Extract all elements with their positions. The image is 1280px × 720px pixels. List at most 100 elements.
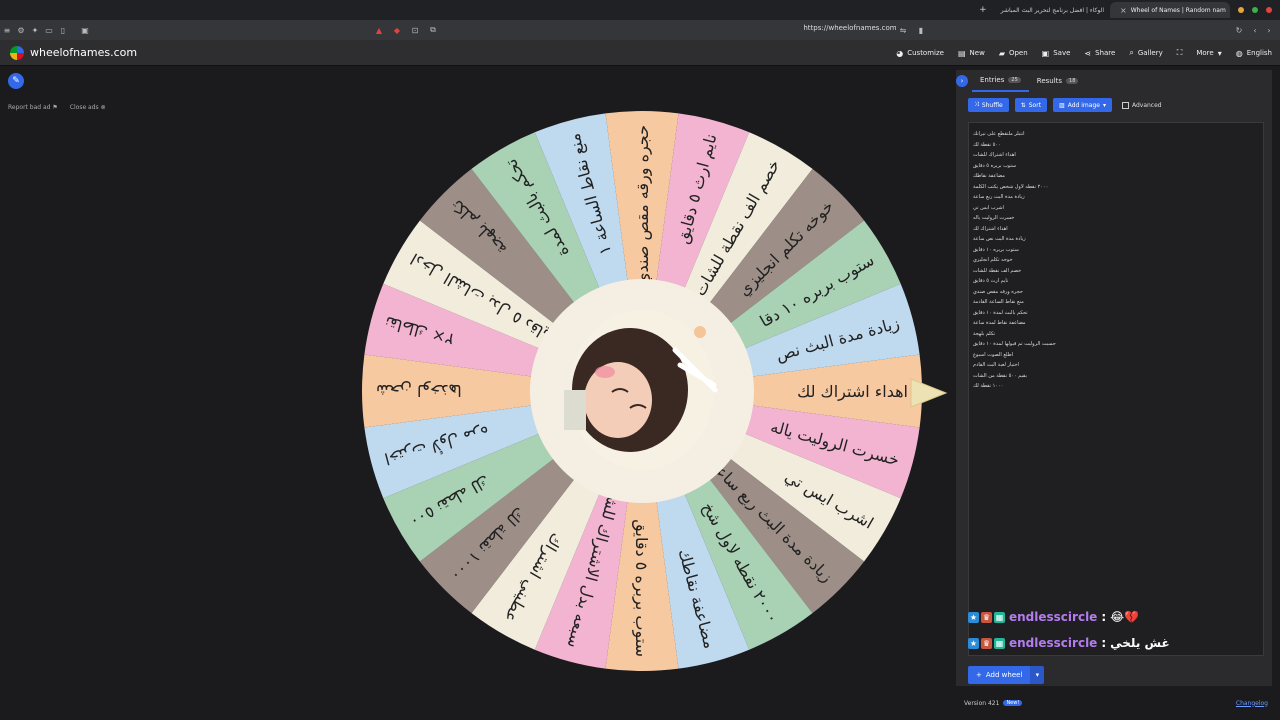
menu-icon[interactable]: ≡ bbox=[0, 26, 14, 35]
window-dot-icon[interactable] bbox=[1266, 7, 1272, 13]
entry-line: ٢٠٠٠ نقطه لاول شخص يكتب الكلمة bbox=[973, 183, 1049, 190]
entry-line: ستوب بربره ٥ دقايق bbox=[973, 162, 1017, 169]
pencil-icon: ✎ bbox=[12, 76, 20, 86]
copy-icon[interactable]: ⧉ bbox=[426, 25, 440, 35]
close-tab-icon[interactable]: × bbox=[1120, 6, 1127, 15]
entry-line: انتبلر ملتقطع على نيرانك bbox=[973, 131, 1025, 137]
changelog-link[interactable]: Changelog bbox=[1236, 700, 1268, 707]
folder-icon: ▰ bbox=[998, 48, 1005, 58]
window-controls bbox=[1238, 7, 1272, 13]
save-button[interactable]: ▣ Save bbox=[1042, 49, 1071, 58]
report-ad-link[interactable]: Report bad ad ⚑ bbox=[8, 104, 58, 111]
add-wheel-dropdown[interactable]: ▾ bbox=[1030, 666, 1045, 684]
advanced-checkbox[interactable]: Advanced bbox=[1121, 101, 1162, 109]
bookmark-icon[interactable]: ▮ bbox=[914, 26, 928, 35]
entry-line: زيادة مدة البث نص ساعة bbox=[973, 236, 1026, 242]
add-image-button[interactable]: ▨ Add image ▾ bbox=[1053, 98, 1112, 112]
chevron-down-icon: ▾ bbox=[1102, 101, 1106, 109]
share-icon: ⋖ bbox=[1084, 48, 1092, 58]
window-dot-icon[interactable] bbox=[1238, 7, 1244, 13]
badge-icon: ♛ bbox=[981, 611, 992, 623]
edit-button[interactable]: ✎ bbox=[8, 73, 24, 89]
logo-text: wheelofnames.com bbox=[30, 46, 138, 59]
entries-panel: › Entries 25 Results 18 ⤨ Shuffle ⇅ Sort ▨… bbox=[956, 70, 1272, 686]
tab-results[interactable]: Results 18 bbox=[1029, 70, 1087, 92]
entry-line: اطلع الصوت اسبوع bbox=[973, 351, 1014, 358]
tabs-icon[interactable]: ▣ bbox=[78, 26, 92, 35]
add-wheel-button[interactable]: + Add wheel bbox=[968, 666, 1031, 684]
badge-icon: ▦ bbox=[994, 637, 1005, 649]
wheel-segment-label: ستوب بربره ٥ دقايق bbox=[631, 519, 651, 657]
badge-icon: ★ bbox=[968, 637, 979, 649]
new-button[interactable]: ▤ New bbox=[958, 49, 985, 58]
palette-icon: ◕ bbox=[896, 48, 904, 58]
close-ads-link[interactable]: Close ads ⊗ bbox=[70, 104, 106, 111]
sort-button[interactable]: ⇅ Sort bbox=[1014, 98, 1048, 112]
chat-username: endlesscircle bbox=[1009, 636, 1098, 650]
panel-tabs: › Entries 25 Results 18 bbox=[956, 70, 1272, 92]
wheel-segment-label: شحن لوخذها bbox=[376, 380, 462, 400]
share-button[interactable]: ⋖ Share bbox=[1084, 49, 1115, 58]
entry-line: حجره ورقه مقص صندي bbox=[973, 288, 1023, 295]
gallery-button[interactable]: ⌕ Gallery bbox=[1129, 48, 1162, 58]
more-button[interactable]: More ▾ bbox=[1196, 49, 1221, 58]
entry-line: ١٠٠٠ نقطة لك bbox=[973, 383, 1004, 389]
window-dot-icon[interactable] bbox=[1252, 7, 1258, 13]
reload-icon[interactable]: ↻ bbox=[1232, 26, 1246, 35]
fullscreen-button[interactable]: ⛶ bbox=[1177, 48, 1183, 58]
open-button[interactable]: ▰ Open bbox=[999, 49, 1028, 58]
entries-textarea[interactable]: انتبلر ملتقطع على نيرانك ٥٠٠ نقطة لك اهداء… bbox=[968, 122, 1264, 656]
reader-icon[interactable]: ⇋ bbox=[896, 26, 910, 35]
chevron-down-icon: ▾ bbox=[1217, 48, 1222, 58]
search-icon: ⌕ bbox=[1129, 48, 1134, 57]
close-icon: ⊗ bbox=[100, 104, 106, 111]
entry-line: نايم ارث ٥ دقايق bbox=[973, 278, 1009, 284]
forward-icon[interactable]: › bbox=[1262, 26, 1276, 35]
sidebar-icon[interactable]: ▯ bbox=[56, 26, 70, 35]
wheel-segment-label: اهداء اشتراك لك bbox=[797, 382, 908, 402]
add-wheel-control: + Add wheel ▾ bbox=[968, 666, 1045, 684]
entry-line: خصم الف نقطة للشات bbox=[973, 267, 1022, 274]
shield-icon[interactable]: ◆ bbox=[390, 26, 404, 35]
plus-icon: + bbox=[976, 671, 982, 679]
entry-line: زيادة مدة البث ربع ساعة bbox=[973, 194, 1025, 200]
flag-icon: ⚑ bbox=[52, 104, 58, 111]
extension-icon[interactable]: ✦ bbox=[28, 26, 42, 35]
image-icon: ▨ bbox=[1059, 101, 1065, 109]
lock-icon[interactable]: ⊡ bbox=[408, 26, 422, 35]
tab-label: الوكاء | افضل برنامج لتحرير البث المباشر bbox=[1000, 6, 1104, 14]
collapse-panel-button[interactable]: › bbox=[956, 75, 968, 87]
badge-icon: ♛ bbox=[981, 637, 992, 649]
entry-line: مضاعفة نقاط لمدة ساعة bbox=[973, 320, 1026, 326]
site-logo[interactable]: wheelofnames.com bbox=[10, 45, 138, 60]
shuffle-button[interactable]: ⤨ Shuffle bbox=[968, 98, 1009, 112]
chat-overlay: ★ ♛ ▦ endlesscircle : 😂💔 ★ ♛ ▦ endlesscircle… bbox=[968, 604, 1268, 656]
entry-line: ٥٠٠ نقطة لك bbox=[973, 141, 1001, 148]
spin-wheel[interactable]: اهداء اشتراك لكخسرت الروليت يالهاشرب ايس… bbox=[350, 100, 950, 690]
fullscreen-icon: ⛶ bbox=[1176, 48, 1183, 57]
entry-line: اهداء اشتراك لك bbox=[973, 225, 1008, 232]
entry-line: اشرب ايس تي bbox=[973, 204, 1004, 211]
wheel-area: اهداء اشتراك لك خسرت الروليت ياله اشرب ايس… bbox=[350, 100, 950, 690]
browser-tab-active[interactable]: × Wheel of Names | Random nam bbox=[1110, 2, 1230, 18]
tab-entries[interactable]: Entries 25 bbox=[972, 70, 1029, 92]
entry-line: تحكم بالبث لمدة ١٠ دقايق bbox=[973, 309, 1028, 316]
chat-username: endlesscircle bbox=[1009, 610, 1098, 624]
entry-line: خوخه تكلم انجليزي bbox=[973, 257, 1013, 263]
new-tab-icon[interactable]: + bbox=[979, 5, 987, 15]
chat-text: غش يلخي bbox=[1110, 636, 1170, 650]
back-icon[interactable]: ‹ bbox=[1248, 26, 1262, 35]
window-icon[interactable]: ▭ bbox=[42, 26, 56, 35]
url-field[interactable]: https://wheelofnames.com bbox=[760, 24, 940, 32]
tab-label: Wheel of Names | Random nam bbox=[1130, 6, 1226, 14]
settings-icon[interactable]: ⚙ bbox=[14, 26, 28, 35]
browser-tab[interactable]: الوكاء | افضل برنامج لتحرير البث المباشر bbox=[995, 2, 1110, 18]
badge-icon: ▦ bbox=[994, 611, 1005, 623]
ad-controls: Report bad ad ⚑ Close ads ⊗ bbox=[8, 104, 106, 111]
warning-icon[interactable]: ▲ bbox=[372, 26, 386, 35]
language-button[interactable]: ◍ English bbox=[1236, 49, 1272, 58]
footer: Version 421 New! Changelog bbox=[964, 696, 1270, 710]
file-icon: ▤ bbox=[957, 48, 966, 58]
entry-line: اهداء اشتراك للشات bbox=[973, 152, 1016, 158]
customize-button[interactable]: ◕ Customize bbox=[896, 49, 944, 58]
